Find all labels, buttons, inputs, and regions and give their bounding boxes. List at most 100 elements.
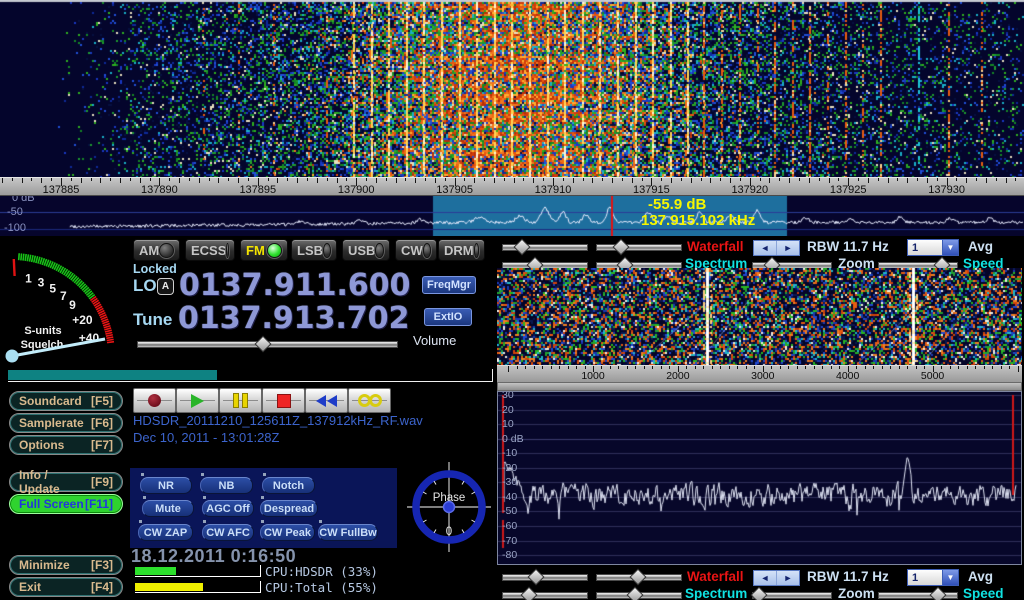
- scale-tick: [542, 366, 543, 369]
- slider-handle[interactable]: [255, 336, 272, 353]
- mode-led-drm: [474, 243, 479, 258]
- main-spectrum-strip[interactable]: 0 dB-50-100 -55.9 dB 137.915.102 kHz: [0, 196, 1024, 236]
- af-scale-scrollbar[interactable]: [497, 382, 1022, 391]
- scale-tick: [179, 178, 180, 183]
- dsp-button-agc-off[interactable]: AGC Off: [202, 500, 254, 517]
- transport-stop-button[interactable]: [262, 388, 305, 413]
- slider-handle[interactable]: [514, 239, 531, 256]
- hdsdr-window: 1378851378901378951379001379051379101379…: [0, 0, 1024, 600]
- arrow-left-icon[interactable]: ◄: [754, 241, 777, 255]
- af-db-label: 10: [502, 418, 514, 430]
- mode-button-cw[interactable]: CW: [395, 239, 437, 261]
- freqmgr-button[interactable]: FreqMgr: [422, 276, 476, 294]
- waterfall-label-top: Waterfall: [687, 239, 744, 254]
- transport-pause-button[interactable]: [219, 388, 262, 413]
- slider-track: [596, 244, 682, 251]
- waterfall-brightness-slider-top[interactable]: [502, 240, 588, 253]
- scale-tick: [150, 178, 151, 181]
- phase-dial[interactable]: Phase 0: [407, 462, 491, 552]
- dsp-button-despread[interactable]: Despread: [260, 500, 318, 517]
- dsp-button-mute[interactable]: Mute: [142, 500, 194, 517]
- scale-tick: [514, 178, 515, 183]
- scale-tick: [788, 366, 789, 369]
- slider-handle[interactable]: [613, 239, 630, 256]
- scale-tick: [525, 366, 526, 369]
- arrow-left-icon[interactable]: ◄: [754, 571, 777, 585]
- avg-dropdown-top[interactable]: 1▼: [907, 239, 959, 256]
- mode-button-am[interactable]: AM: [133, 239, 180, 261]
- dsp-button-nb[interactable]: NB: [200, 477, 253, 494]
- chevron-down-icon[interactable]: ▼: [942, 570, 958, 585]
- scale-tick: [873, 366, 874, 369]
- spectrum-db-label: 0 dB: [12, 196, 35, 204]
- extio-button[interactable]: ExtIO: [424, 308, 472, 326]
- af-spectrum-display[interactable]: 3020100 dB-10-20-30-40-50-60-70-80: [497, 391, 1022, 565]
- dsp-button-cw-peak[interactable]: CW Peak: [260, 524, 315, 541]
- scale-tick: [2, 178, 3, 183]
- left-button-minimize[interactable]: Minimize[F3]: [9, 555, 123, 575]
- left-button-full-screen[interactable]: Full Screen[F11]: [9, 494, 123, 514]
- scale-tick-label: 137885: [33, 184, 89, 196]
- main-waterfall-display[interactable]: [0, 0, 1024, 177]
- mode-button-fm[interactable]: FM: [240, 239, 288, 261]
- squelch-level-bar[interactable]: [8, 369, 493, 382]
- spectrum-contrast-slider-bottom[interactable]: [596, 588, 682, 600]
- arrow-right-icon[interactable]: ►: [777, 241, 799, 255]
- dsp-button-panel: NR NB Notch Mute AGC Off Despread CW ZAP CW AFC…: [130, 468, 397, 548]
- scale-tick: [882, 366, 883, 369]
- left-button-exit[interactable]: Exit[F4]: [9, 577, 123, 597]
- avg-dropdown-bottom[interactable]: 1▼: [907, 569, 959, 586]
- transport-play-button[interactable]: [176, 388, 219, 413]
- cpu-bar-fill: [135, 567, 176, 575]
- scale-tick: [130, 178, 131, 181]
- slider-handle[interactable]: [528, 569, 545, 586]
- spectrum-brightness-slider-bottom[interactable]: [502, 588, 588, 600]
- slider-handle[interactable]: [630, 569, 647, 586]
- left-button-options[interactable]: Options[F7]: [9, 435, 123, 455]
- lo-auto-badge[interactable]: A: [157, 278, 174, 295]
- scale-tick-label: 137905: [427, 184, 483, 196]
- waterfall-shift-arrows-top[interactable]: ◄►: [753, 240, 800, 256]
- main-frequency-scale[interactable]: 1378851378901378951379001379051379101379…: [0, 177, 1024, 196]
- scale-tick: [110, 178, 111, 181]
- transport-record-button[interactable]: [133, 388, 176, 413]
- mode-button-ecss[interactable]: ECSS: [185, 239, 235, 261]
- zoom-slider-bottom[interactable]: [752, 588, 832, 600]
- scale-tick: [937, 178, 938, 181]
- dsp-button-cw-zap[interactable]: CW ZAP: [138, 524, 193, 541]
- mode-button-usb[interactable]: USB: [342, 239, 390, 261]
- af-waterfall-display[interactable]: [497, 268, 1022, 365]
- dsp-button-cw-fullbw[interactable]: CW FullBw: [318, 524, 378, 541]
- svg-text:9: 9: [69, 298, 76, 312]
- left-button-samplerate[interactable]: Samplerate[F6]: [9, 413, 123, 433]
- waterfall-contrast-slider-top[interactable]: [596, 240, 682, 253]
- mode-button-lsb[interactable]: LSB: [291, 239, 337, 261]
- dsp-button-notch[interactable]: Notch: [262, 477, 315, 494]
- left-button-soundcard[interactable]: Soundcard[F5]: [9, 391, 123, 411]
- waterfall-brightness-slider-bottom[interactable]: [502, 570, 588, 583]
- lo-frequency-display[interactable]: 0137.911.600: [179, 271, 411, 301]
- avg-dropdown-value: 1: [908, 570, 942, 585]
- dsp-button-cw-afc[interactable]: CW AFC: [202, 524, 254, 541]
- transport-loop-button[interactable]: [348, 388, 391, 413]
- tune-frequency-display[interactable]: 0137.913.702: [178, 304, 410, 334]
- arrow-right-icon[interactable]: ►: [777, 571, 799, 585]
- dsp-button-nr[interactable]: NR: [140, 477, 192, 494]
- stop-icon: [277, 394, 291, 408]
- left-button-info-update[interactable]: Info / Update[F9]: [9, 472, 123, 492]
- af-frequency-scale[interactable]: 10002000300040005000: [497, 365, 1022, 382]
- rbw-label-bottom: RBW 11.7 Hz: [807, 569, 889, 584]
- mode-button-drm[interactable]: DRM: [438, 239, 485, 261]
- transport-rewind-button[interactable]: [305, 388, 348, 413]
- volume-label: Volume: [413, 333, 456, 348]
- avg-dropdown-value: 1: [908, 240, 942, 255]
- left-button-name: Full Screen: [19, 497, 84, 511]
- scale-tick: [484, 178, 485, 181]
- volume-slider[interactable]: [137, 337, 398, 350]
- scale-tick-label: 3000: [735, 370, 791, 382]
- chevron-down-icon[interactable]: ▼: [942, 240, 958, 255]
- mode-button-label: AM: [139, 243, 159, 258]
- waterfall-shift-arrows-bottom[interactable]: ◄►: [753, 570, 800, 586]
- waterfall-contrast-slider-bottom[interactable]: [596, 570, 682, 583]
- speed-slider-bottom[interactable]: [878, 588, 958, 600]
